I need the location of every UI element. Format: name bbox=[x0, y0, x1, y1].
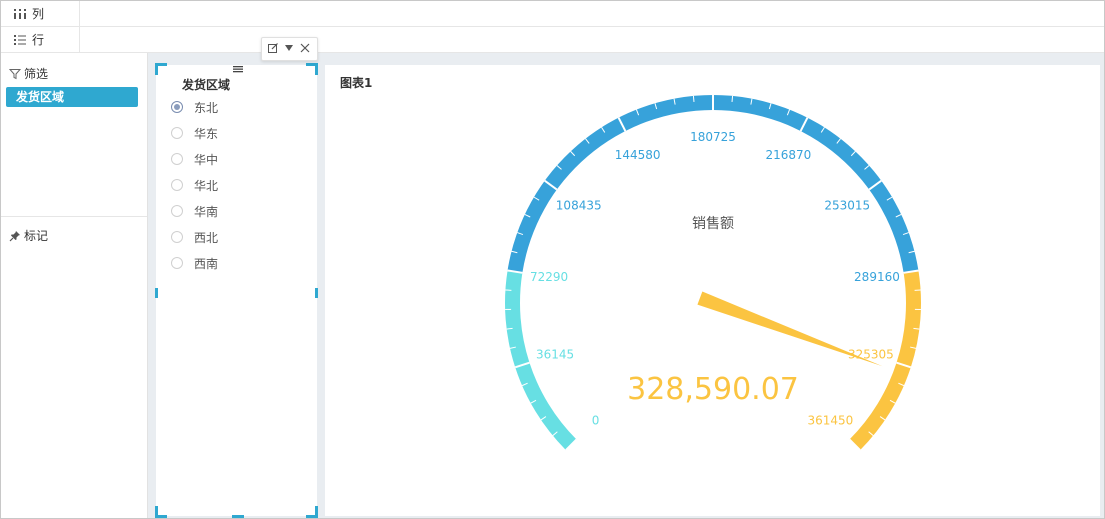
gauge-value: 328,590.07 bbox=[627, 372, 799, 407]
filter-section-title: 筛选 bbox=[9, 65, 48, 82]
widget-toolbar bbox=[261, 37, 318, 61]
funnel-icon bbox=[9, 68, 21, 79]
gauge-tick-label: 36145 bbox=[536, 347, 574, 361]
radio-option-xibei[interactable]: 西北 bbox=[171, 229, 218, 245]
radio-option-label: 西北 bbox=[194, 230, 219, 245]
radio-option-dongbei[interactable]: 东北 bbox=[171, 99, 218, 115]
pin-icon bbox=[9, 230, 20, 241]
resize-handle-br[interactable] bbox=[315, 506, 318, 518]
gauge-measure-label: 销售额 bbox=[692, 216, 734, 232]
radio-option-huazhong[interactable]: 华中 bbox=[171, 151, 218, 167]
filter-title: 筛选 bbox=[24, 67, 49, 81]
rows-shelf-label: 行 bbox=[1, 27, 80, 52]
gauge-tick-label: 144580 bbox=[615, 148, 661, 162]
gauge-tick-label: 325305 bbox=[848, 347, 894, 361]
marks-title: 标记 bbox=[24, 229, 49, 243]
radio-option-huadong[interactable]: 华东 bbox=[171, 125, 218, 141]
columns-label: 列 bbox=[32, 7, 45, 21]
gauge-tick-label: 216870 bbox=[765, 148, 811, 162]
drag-handle-icon[interactable] bbox=[232, 65, 244, 73]
rows-shelf[interactable]: 行 bbox=[1, 27, 1104, 53]
gauge-minor-tick bbox=[692, 95, 695, 102]
rows-label: 行 bbox=[32, 33, 45, 47]
radio-button[interactable] bbox=[171, 205, 183, 217]
radio-button[interactable] bbox=[171, 257, 183, 269]
radio-option-label: 西南 bbox=[194, 256, 219, 271]
rows-icon bbox=[14, 34, 26, 45]
gauge-tick-label: 361450 bbox=[807, 413, 853, 427]
resize-handle-bl[interactable] bbox=[155, 506, 158, 518]
radio-option-label: 华北 bbox=[194, 178, 219, 193]
resize-handle-tr[interactable] bbox=[315, 63, 318, 75]
resize-handle-right[interactable] bbox=[315, 288, 318, 298]
resize-handle-bottom[interactable] bbox=[232, 515, 244, 518]
radio-button[interactable] bbox=[171, 153, 183, 165]
app-frame: 列 行 筛选 发货区域 标记 发货区域 东北 华东 华中 华北 华南 西北 西南… bbox=[0, 0, 1105, 519]
radio-option-label: 华中 bbox=[194, 152, 219, 167]
panel-divider bbox=[1, 216, 147, 217]
radio-option-huanan[interactable]: 华南 bbox=[171, 203, 218, 219]
resize-handle-tl[interactable] bbox=[155, 63, 158, 75]
radio-button[interactable] bbox=[171, 101, 183, 113]
radio-option-label: 华东 bbox=[194, 126, 219, 141]
filter-field-pill[interactable]: 发货区域 bbox=[6, 87, 138, 107]
radio-option-label: 华南 bbox=[194, 204, 219, 219]
left-panel: 筛选 发货区域 标记 bbox=[1, 53, 148, 518]
gauge-tick-label: 253015 bbox=[824, 198, 870, 212]
radio-option-xinan[interactable]: 西南 bbox=[171, 255, 218, 271]
close-icon[interactable] bbox=[299, 42, 311, 54]
gauge-tick-label: 72290 bbox=[530, 270, 568, 284]
columns-icon bbox=[14, 8, 26, 19]
radio-button[interactable] bbox=[171, 127, 183, 139]
marks-section-title: 标记 bbox=[9, 227, 48, 244]
columns-shelf-label: 列 bbox=[1, 1, 80, 26]
filter-widget-title: 发货区域 bbox=[182, 78, 231, 92]
gauge-tick-label: 0 bbox=[592, 413, 600, 427]
columns-shelf[interactable]: 列 bbox=[1, 1, 1104, 27]
radio-button[interactable] bbox=[171, 179, 183, 191]
resize-handle-left[interactable] bbox=[155, 288, 158, 298]
edit-icon[interactable] bbox=[267, 42, 279, 54]
gauge-pointer bbox=[697, 291, 883, 367]
radio-option-huabei[interactable]: 华北 bbox=[171, 177, 218, 193]
caret-down-icon[interactable] bbox=[283, 42, 295, 54]
radio-button[interactable] bbox=[171, 231, 183, 243]
gauge-tick-label: 289160 bbox=[854, 270, 900, 284]
radio-option-label: 东北 bbox=[194, 100, 219, 115]
gauge-band-1 bbox=[507, 95, 919, 273]
gauge-minor-tick bbox=[731, 95, 734, 102]
gauge-tick-label: 180725 bbox=[690, 130, 736, 144]
gauge-chart: 0 36145 72290 108435 144580 180725 216870 25301… bbox=[505, 95, 921, 451]
gauge-tick-label: 108435 bbox=[556, 198, 602, 212]
